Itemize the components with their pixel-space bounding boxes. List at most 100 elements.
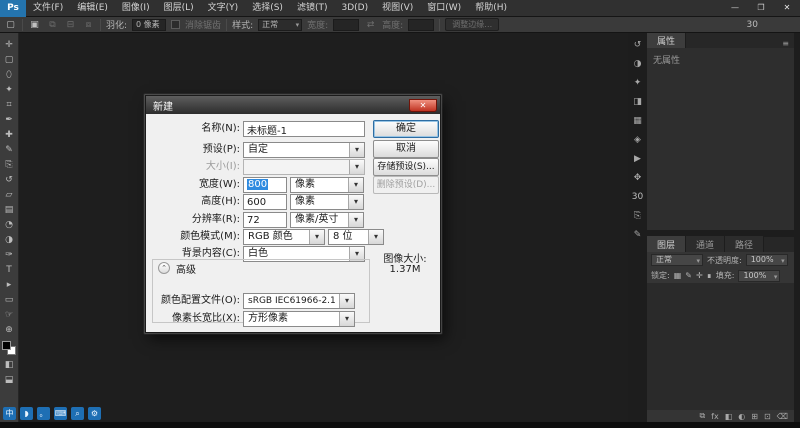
ime-settings-icon[interactable]: ⚙ xyxy=(88,407,101,420)
color-mode-select[interactable]: RGB 颜色 xyxy=(243,229,325,245)
tab-paths[interactable]: 路径 xyxy=(725,236,764,252)
save-preset-button[interactable]: 存储预设(S)... xyxy=(373,158,439,176)
selection-width-input[interactable] xyxy=(333,19,359,31)
quick-mask-icon[interactable]: ◧ xyxy=(0,358,18,373)
actions-panel-icon[interactable]: ▶ xyxy=(634,154,641,164)
brush-tool[interactable]: ✎ xyxy=(0,143,18,158)
panel-menu-icon[interactable]: ≡ xyxy=(782,39,794,48)
height-input[interactable] xyxy=(243,194,287,210)
eyedropper-tool[interactable]: ✒ xyxy=(0,113,18,128)
close-button[interactable]: ✕ xyxy=(774,1,800,15)
width-input[interactable]: 800 xyxy=(243,177,287,193)
maximize-button[interactable]: ❐ xyxy=(748,1,774,15)
lock-paint-icon[interactable]: ✎ xyxy=(685,271,692,280)
tab-channels[interactable]: 通道 xyxy=(686,236,725,252)
type-tool[interactable]: T xyxy=(0,263,18,278)
cancel-button[interactable]: 取消 xyxy=(373,140,439,158)
foreground-background-swatch[interactable] xyxy=(2,341,16,355)
lasso-tool[interactable]: ⬯ xyxy=(0,68,18,83)
ok-button[interactable]: 确定 xyxy=(373,120,439,138)
eraser-tool[interactable]: ▱ xyxy=(0,188,18,203)
crop-tool[interactable]: ⌗ xyxy=(0,98,18,113)
swap-dimensions-icon[interactable]: ⇄ xyxy=(364,20,377,30)
width-unit-select[interactable]: 像素 xyxy=(290,177,364,193)
menu-edit[interactable]: 编辑(E) xyxy=(70,0,115,17)
minimize-button[interactable]: — xyxy=(722,1,748,15)
menu-layer[interactable]: 图层(L) xyxy=(157,0,201,17)
delete-layer-icon[interactable]: ⌫ xyxy=(777,412,788,421)
tab-properties[interactable]: 属性 xyxy=(647,32,686,48)
menu-image[interactable]: 图像(I) xyxy=(115,0,157,17)
lock-transparent-icon[interactable]: ▦ xyxy=(674,271,682,280)
info-panel-icon[interactable]: ◈ xyxy=(634,135,641,145)
lock-all-icon[interactable]: ∎ xyxy=(707,271,712,280)
ime-keyboard-icon[interactable]: ⌨ xyxy=(54,407,67,420)
add-selection-icon[interactable]: ⧉ xyxy=(46,20,59,30)
layer-group-icon[interactable]: ⊞ xyxy=(751,412,758,421)
resolution-unit-select[interactable]: 像素/英寸 xyxy=(290,212,364,228)
menu-file[interactable]: 文件(F) xyxy=(26,0,70,17)
path-selection-tool[interactable]: ▸ xyxy=(0,278,18,293)
tab-layers[interactable]: 图层 xyxy=(647,236,686,252)
feather-input[interactable]: 0 像素 xyxy=(132,19,166,31)
history-panel-icon[interactable]: ↺ xyxy=(634,40,642,50)
color-profile-select[interactable]: sRGB IEC61966-2.1 xyxy=(243,293,355,309)
menu-help[interactable]: 帮助(H) xyxy=(468,0,514,17)
zoom-tool[interactable]: ⊕ xyxy=(0,323,18,338)
resolution-input[interactable] xyxy=(243,212,287,228)
color-panel-icon[interactable]: ◨ xyxy=(633,97,642,107)
blur-tool[interactable]: ◔ xyxy=(0,218,18,233)
foreground-color-swatch[interactable] xyxy=(2,341,11,350)
lock-position-icon[interactable]: ✛ xyxy=(696,271,703,280)
hand-tool[interactable]: ☞ xyxy=(0,308,18,323)
pen-tool[interactable]: ✑ xyxy=(0,248,18,263)
layer-effects-icon[interactable]: fx xyxy=(711,412,719,421)
layer-mask-icon[interactable]: ◧ xyxy=(725,412,733,421)
style-select[interactable]: 正常 xyxy=(258,19,302,31)
intersect-selection-icon[interactable]: ⧈ xyxy=(82,20,95,30)
bit-depth-select[interactable]: 8 位 xyxy=(328,229,384,245)
menu-window[interactable]: 窗口(W) xyxy=(420,0,468,17)
healing-brush-tool[interactable]: ✚ xyxy=(0,128,18,143)
ime-shape-icon[interactable]: ◗ xyxy=(20,407,33,420)
adjustments-panel-icon[interactable]: ◑ xyxy=(634,59,642,69)
gradient-tool[interactable]: ▤ xyxy=(0,203,18,218)
menu-select[interactable]: 选择(S) xyxy=(245,0,290,17)
menu-filter[interactable]: 滤镜(T) xyxy=(290,0,335,17)
styles-panel-icon[interactable]: ✦ xyxy=(634,78,642,88)
fill-select[interactable]: 100% xyxy=(738,270,780,282)
menu-view[interactable]: 视图(V) xyxy=(375,0,420,17)
quick-selection-tool[interactable]: ✦ xyxy=(0,83,18,98)
clone-source-panel-icon[interactable]: ⎘ xyxy=(634,211,641,221)
antialias-checkbox[interactable] xyxy=(171,20,180,29)
ime-mode-icon[interactable]: 中 xyxy=(3,407,16,420)
screen-mode-icon[interactable]: ⬓ xyxy=(0,373,18,388)
new-selection-icon[interactable]: ▣ xyxy=(28,20,41,30)
adjustment-layer-icon[interactable]: ◐ xyxy=(738,412,745,421)
pixel-aspect-select[interactable]: 方形像素 xyxy=(243,311,355,327)
history-brush-tool[interactable]: ↺ xyxy=(0,173,18,188)
opacity-select[interactable]: 100% xyxy=(746,254,788,266)
subtract-selection-icon[interactable]: ⊟ xyxy=(64,20,77,30)
dialog-title-bar[interactable]: 新建 ✕ xyxy=(146,96,440,114)
marquee-preset-icon[interactable]: ▢ xyxy=(4,20,17,30)
selection-height-input[interactable] xyxy=(408,19,434,31)
marquee-tool[interactable]: ▢ xyxy=(0,53,18,68)
advanced-toggle-icon[interactable]: ⌃ xyxy=(158,262,170,274)
shape-tool[interactable]: ▭ xyxy=(0,293,18,308)
menu-3d[interactable]: 3D(D) xyxy=(334,0,375,17)
menu-type[interactable]: 文字(Y) xyxy=(201,0,246,17)
blend-mode-select[interactable]: 正常 xyxy=(651,254,703,266)
dialog-close-button[interactable]: ✕ xyxy=(409,99,437,112)
dodge-tool[interactable]: ◑ xyxy=(0,233,18,248)
ime-search-icon[interactable]: ⌕ xyxy=(71,407,84,420)
brush-panel-icon[interactable]: ✎ xyxy=(634,230,642,240)
navigator-panel-icon[interactable]: ✥ xyxy=(634,173,642,183)
clone-stamp-tool[interactable]: ⎘ xyxy=(0,158,18,173)
name-input[interactable] xyxy=(243,121,365,137)
delete-preset-button[interactable]: 删除预设(D)... xyxy=(373,176,439,194)
move-tool[interactable]: ✛ xyxy=(0,38,18,53)
link-layers-icon[interactable]: ⧉ xyxy=(699,411,705,421)
swatches-panel-icon[interactable]: ▦ xyxy=(633,116,642,126)
refine-edge-button[interactable]: 调整边缘… xyxy=(445,18,499,31)
